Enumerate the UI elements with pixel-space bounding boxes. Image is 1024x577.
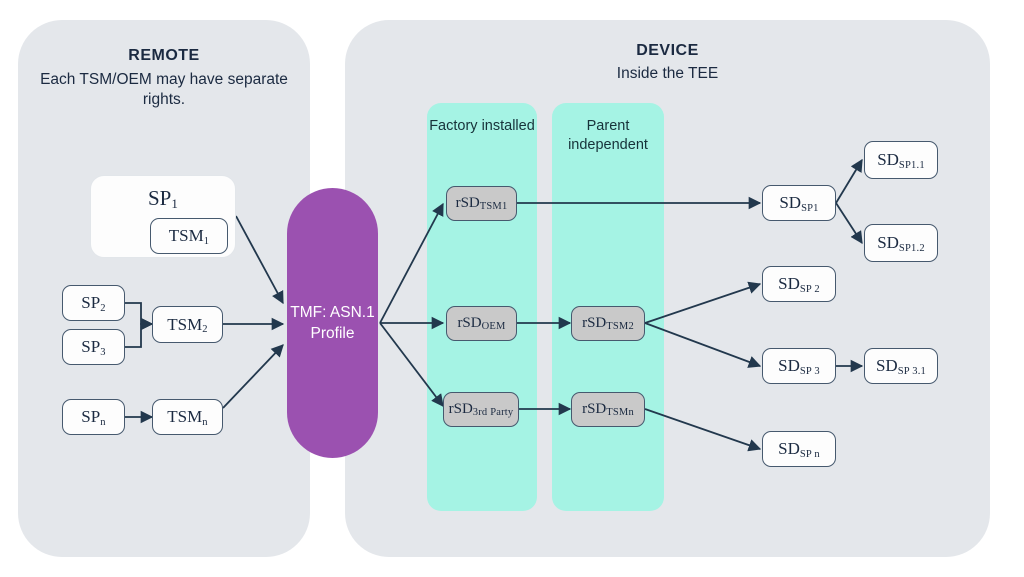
node-sd-sp1-label: SDSP1 (779, 193, 819, 214)
node-sd-sp3-label: SDSP 3 (778, 356, 820, 377)
node-sd-sp1-1: SDSP1.1 (864, 141, 938, 179)
node-tsm2-label: TSM2 (167, 314, 208, 336)
tmf-asn1-profile-label: TMF: ASN.1 Profile (290, 304, 375, 342)
remote-panel-subtitle: Each TSM/OEM may have separate rights. (40, 71, 288, 108)
node-sd-spn: SDSP n (762, 431, 836, 467)
node-rsd-tsmn-label: rSDTSMn (582, 401, 634, 419)
node-sd-sp1-1-label: SDSP1.1 (877, 150, 925, 171)
remote-panel: REMOTE Each TSM/OEM may have separate ri… (18, 20, 310, 557)
node-sd-sp1-2: SDSP1.2 (864, 224, 938, 262)
column-factory-installed-label: Factory installed (429, 118, 535, 134)
tmf-asn1-profile-node: TMF: ASN.1 Profile (287, 188, 378, 458)
remote-panel-title: REMOTE (128, 47, 200, 64)
device-panel-title: DEVICE (636, 42, 699, 59)
node-sp3-label: SP3 (81, 337, 106, 358)
node-sp1-label: SP1 (147, 186, 179, 211)
node-sd-sp3-1-label: SDSP 3.1 (875, 356, 927, 377)
node-sd-sp1: SDSP1 (762, 185, 836, 221)
node-tsm1: TSM1 (150, 218, 228, 254)
node-tsmn-label: TSMn (167, 407, 208, 428)
node-rsd-tsm2: rSDTSM2 (571, 306, 645, 341)
node-rsd-3rd-party: rSD3rd Party (443, 392, 519, 427)
node-sd-spn-label: SDSP n (778, 439, 820, 460)
node-spn: SPn (62, 399, 125, 435)
node-rsd-tsm1: rSDTSM1 (446, 186, 517, 221)
node-rsd-tsmn: rSDTSMn (571, 392, 645, 427)
node-sp3: SP3 (62, 329, 125, 365)
node-rsd-3rd-party-label: rSD3rd Party (448, 401, 514, 419)
node-rsd-tsm2-label: rSDTSM2 (582, 315, 634, 333)
node-sd-sp1-2-label: SDSP1.2 (877, 233, 925, 254)
column-parent-independent-label: Parent independent (568, 118, 648, 153)
node-sd-sp3-1: SDSP 3.1 (864, 348, 938, 384)
node-rsd-oem-label: rSDOEM (457, 315, 506, 333)
device-panel-subtitle: Inside the TEE (616, 65, 719, 82)
node-sd-sp2: SDSP 2 (762, 266, 836, 302)
node-rsd-tsm1-label: rSDTSM1 (455, 195, 508, 213)
node-sd-sp2-label: SDSP 2 (778, 274, 820, 295)
node-sd-sp3: SDSP 3 (762, 348, 836, 384)
node-tsm1-label: TSM1 (168, 226, 210, 247)
node-sp2-label: SP2 (81, 293, 106, 314)
node-spn-label: SPn (81, 407, 106, 428)
node-tsmn: TSMn (152, 399, 223, 435)
diagram-canvas: REMOTE Each TSM/OEM may have separate ri… (0, 0, 1024, 577)
node-sp2: SP2 (62, 285, 125, 321)
node-tsm2: TSM2 (152, 306, 223, 343)
node-rsd-oem: rSDOEM (446, 306, 517, 341)
